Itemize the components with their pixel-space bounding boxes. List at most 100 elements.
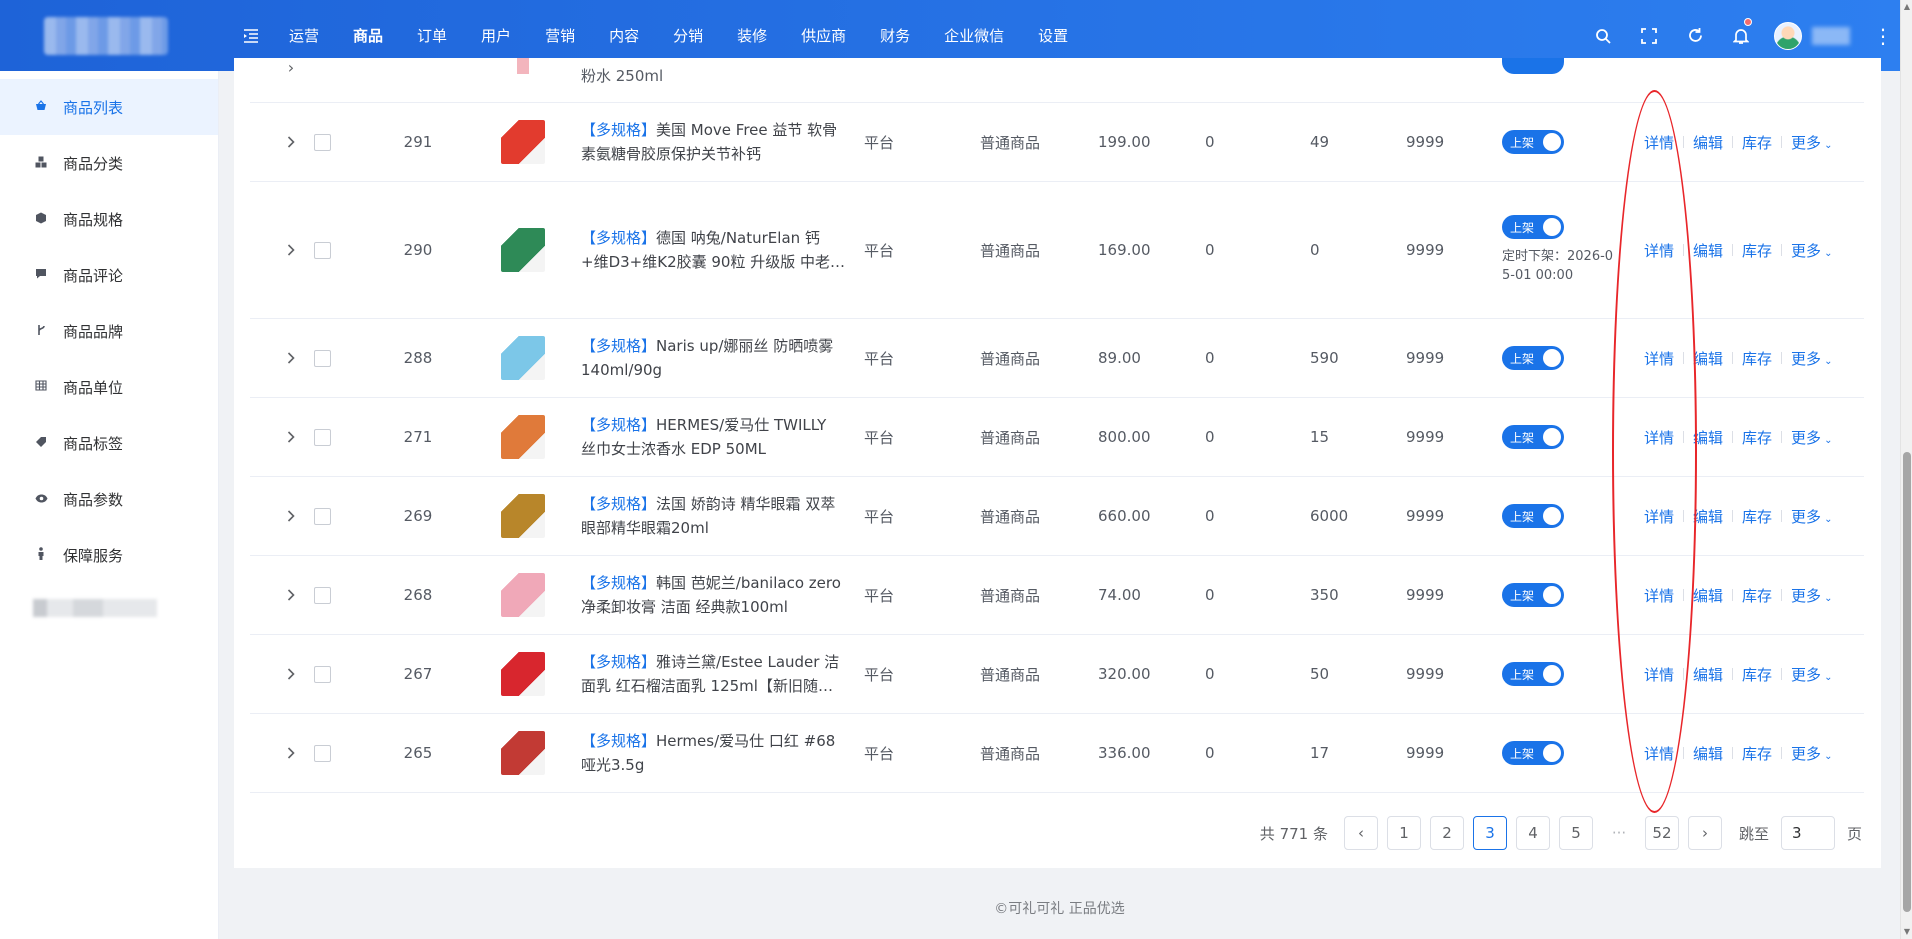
status-switch[interactable]: 上架 (1502, 504, 1564, 528)
row-checkbox[interactable] (314, 182, 332, 318)
product-stock: 590 (1310, 349, 1339, 367)
sidebar-item[interactable]: 商品规格 (0, 191, 218, 247)
status-switch[interactable]: 上架 (1502, 583, 1564, 607)
page-button[interactable]: 4 (1515, 816, 1550, 850)
expand-chevron-icon[interactable] (281, 103, 301, 181)
more-dropdown[interactable]: 更多 ⌄ (1791, 743, 1832, 764)
status-switch[interactable]: 上架 (1502, 346, 1564, 370)
pagination-ellipsis[interactable]: ··· (1601, 816, 1636, 850)
sidebar-item[interactable]: 保障服务 (0, 527, 218, 583)
expand-chevron-icon[interactable]: › (281, 58, 301, 102)
edit-link[interactable]: 编辑 (1693, 348, 1723, 369)
product-id: 288 (403, 349, 433, 367)
prev-page-button[interactable]: ‹ (1343, 816, 1378, 850)
expand-chevron-icon[interactable] (281, 714, 301, 792)
page-button[interactable]: 3 (1472, 816, 1507, 850)
more-dropdown[interactable]: 更多 ⌄ (1791, 506, 1832, 527)
product-sales: 0 (1205, 349, 1215, 367)
scrollbar-thumb[interactable] (1903, 452, 1911, 912)
vertical-scrollbar[interactable]: ▲ ▼ (1900, 0, 1912, 939)
page-last-button[interactable]: 52 (1644, 816, 1679, 850)
edit-link[interactable]: 编辑 (1693, 506, 1723, 527)
sidebar-item[interactable]: 商品分类 (0, 135, 218, 191)
page-button[interactable]: 2 (1429, 816, 1464, 850)
stock-link[interactable]: 库存 (1742, 585, 1772, 606)
edit-link[interactable]: 编辑 (1693, 585, 1723, 606)
product-name-cell[interactable]: 【多规格】德国 呐兔/NaturElan 钙+维D3+维K2胶囊 90粒 升级版… (581, 182, 846, 318)
detail-link[interactable]: 详情 (1644, 585, 1674, 606)
logo[interactable] (0, 0, 220, 71)
more-dropdown[interactable]: 更多 ⌄ (1791, 348, 1832, 369)
edit-link[interactable]: 编辑 (1693, 240, 1723, 261)
expand-chevron-icon[interactable] (281, 182, 301, 318)
product-name-cell[interactable]: 【多规格】Hermes/爱马仕 口红 #68 哑光3.5g (581, 714, 846, 792)
detail-link[interactable]: 详情 (1644, 743, 1674, 764)
sidebar-item[interactable]: 商品单位 (0, 359, 218, 415)
expand-chevron-icon[interactable] (281, 635, 301, 713)
product-name-cell[interactable]: 【多规格】法国 娇韵诗 精华眼霜 双萃眼部精华眼霜20ml (581, 477, 846, 555)
sidebar-item[interactable]: 商品列表 (0, 79, 218, 135)
status-switch[interactable]: 上架 (1502, 215, 1564, 239)
more-dropdown[interactable]: 更多 ⌄ (1791, 585, 1832, 606)
detail-link[interactable]: 详情 (1644, 240, 1674, 261)
expand-chevron-icon[interactable] (281, 556, 301, 634)
row-checkbox[interactable] (314, 319, 332, 397)
row-checkbox[interactable] (314, 556, 332, 634)
stock-link[interactable]: 库存 (1742, 132, 1772, 153)
detail-link[interactable]: 详情 (1644, 132, 1674, 153)
row-checkbox[interactable] (314, 103, 332, 181)
edit-link[interactable]: 编辑 (1693, 664, 1723, 685)
expand-chevron-icon[interactable] (281, 477, 301, 555)
product-name-cell[interactable]: 【多规格】韩国 芭妮兰/banilaco zero 净柔卸妆膏 洁面 经典款10… (581, 556, 846, 634)
edit-link[interactable]: 编辑 (1693, 427, 1723, 448)
expand-chevron-icon[interactable] (281, 398, 301, 476)
status-cell: 上架 (1502, 319, 1622, 397)
row-checkbox[interactable] (314, 477, 332, 555)
more-dropdown[interactable]: 更多 ⌄ (1791, 427, 1832, 448)
status-switch[interactable]: 上架 (1502, 130, 1564, 154)
username-blurred[interactable] (1812, 26, 1850, 45)
status-switch[interactable]: 上架 (1502, 425, 1564, 449)
more-dropdown[interactable]: 更多 ⌄ (1791, 664, 1832, 685)
sidebar-item[interactable]: 商品参数 (0, 471, 218, 527)
page-button[interactable]: 1 (1386, 816, 1421, 850)
more-dropdown[interactable]: 更多 ⌄ (1791, 240, 1832, 261)
sidebar-item[interactable]: 商品标签 (0, 415, 218, 471)
scroll-down-arrow-icon[interactable]: ▼ (1903, 928, 1911, 936)
edit-link[interactable]: 编辑 (1693, 132, 1723, 153)
more-dropdown[interactable]: 更多 ⌄ (1791, 132, 1832, 153)
next-page-button[interactable]: › (1687, 816, 1722, 850)
stock-link[interactable]: 库存 (1742, 427, 1772, 448)
stock-link[interactable]: 库存 (1742, 506, 1772, 527)
sidebar-item-blurred[interactable] (33, 599, 157, 617)
stock-link[interactable]: 库存 (1742, 743, 1772, 764)
status-switch[interactable]: 上架 (1502, 662, 1564, 686)
expand-chevron-icon[interactable] (281, 319, 301, 397)
row-checkbox[interactable] (314, 714, 332, 792)
scheduled-offline-text: 定时下架：2026-05-01 00:00 (1502, 249, 1614, 283)
product-name-cell[interactable]: 【多规格】美国 Move Free 益节 软骨素氨糖骨胶原保护关节补钙 (581, 103, 846, 181)
status-switch-partial[interactable] (1502, 58, 1622, 102)
product-name-cell[interactable]: 【多规格】雅诗兰黛/Estee Lauder 洁面乳 红石榴洁面乳 125ml【… (581, 635, 846, 713)
status-switch[interactable]: 上架 (1502, 741, 1564, 765)
product-name-cell[interactable]: 【多规格】HERMES/爱马仕 TWILLY 丝巾女士浓香水 EDP 50ML (581, 398, 846, 476)
multi-spec-tag: 【多规格】 (581, 337, 657, 355)
stock-link[interactable]: 库存 (1742, 240, 1772, 261)
detail-link[interactable]: 详情 (1644, 664, 1674, 685)
scroll-up-arrow-icon[interactable]: ▲ (1903, 3, 1911, 11)
row-checkbox[interactable] (314, 398, 332, 476)
row-actions: 详情 编辑 库存 更多 ⌄ (1644, 182, 1864, 318)
row-checkbox[interactable] (314, 635, 332, 713)
page-jump-input[interactable] (1780, 816, 1835, 850)
detail-link[interactable]: 详情 (1644, 506, 1674, 527)
page-button[interactable]: 5 (1558, 816, 1593, 850)
stock-link[interactable]: 库存 (1742, 664, 1772, 685)
sidebar-item[interactable]: 商品评论 (0, 247, 218, 303)
edit-link[interactable]: 编辑 (1693, 743, 1723, 764)
detail-link[interactable]: 详情 (1644, 427, 1674, 448)
product-name-cell[interactable]: 【多规格】Naris up/娜丽丝 防晒喷雾 140ml/90g (581, 319, 846, 397)
avatar[interactable] (1774, 21, 1802, 50)
sidebar-item[interactable]: 商品品牌 (0, 303, 218, 359)
detail-link[interactable]: 详情 (1644, 348, 1674, 369)
stock-link[interactable]: 库存 (1742, 348, 1772, 369)
